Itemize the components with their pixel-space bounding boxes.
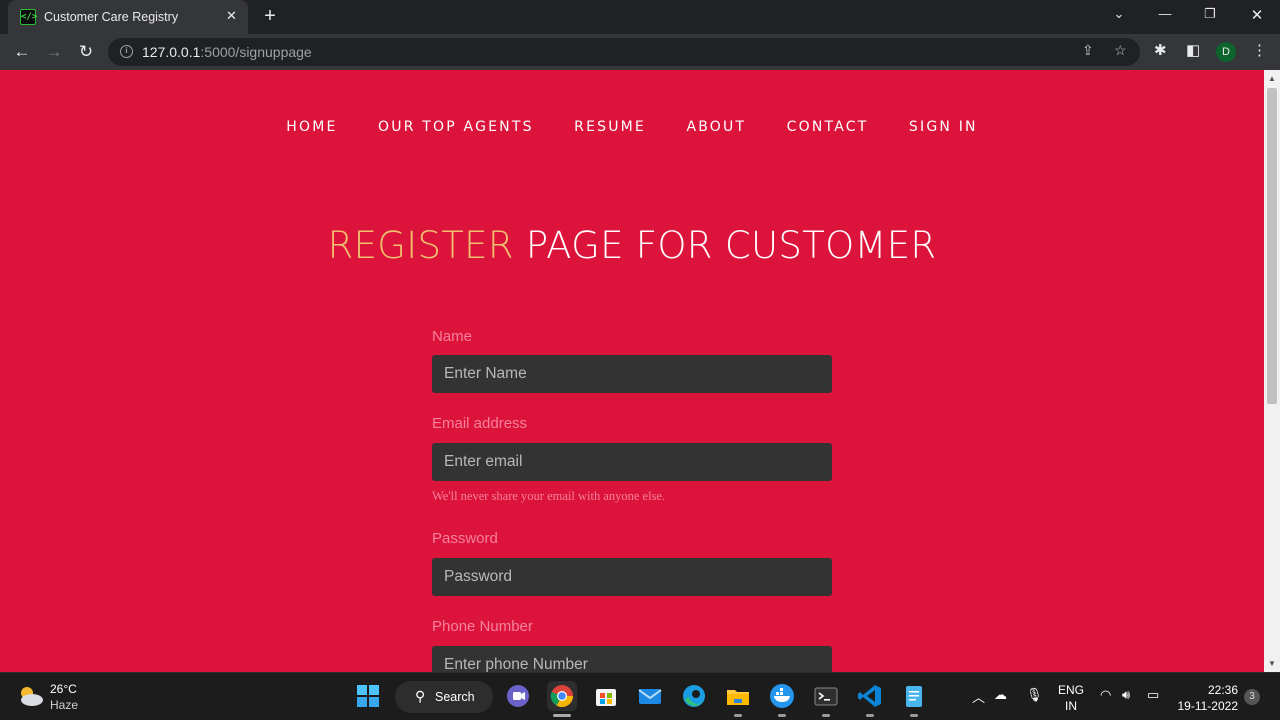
nav-sign-in[interactable]: SIGN IN: [909, 119, 978, 135]
clock[interactable]: 22:36 19-11-2022: [1176, 682, 1239, 714]
close-tab-icon[interactable]: ✕: [226, 8, 237, 24]
site-info-icon[interactable]: i: [120, 45, 133, 58]
taskbar: 26°C Haze ⚲ Search ︿ ☁ 🎙︎ ENG IN ◠ 🔊︎ ▭ …: [0, 672, 1280, 720]
nav-resume[interactable]: RESUME: [574, 119, 646, 135]
taskbar-search-label: Search: [435, 690, 475, 704]
url-text[interactable]: 127.0.0.1:5000/signuppage: [142, 44, 312, 60]
name-input[interactable]: [432, 355, 832, 393]
docker-icon[interactable]: [767, 681, 797, 711]
terminal-running-indicator: [822, 714, 830, 717]
password-input[interactable]: [432, 558, 832, 596]
profile-avatar[interactable]: D: [1216, 42, 1236, 62]
tray-overflow-chevron-icon[interactable]: ︿: [972, 687, 985, 706]
code-favicon-icon: </>: [20, 9, 37, 25]
onedrive-cloud-icon[interactable]: ☁: [994, 687, 1007, 703]
page-scrollbar[interactable]: ▲ ▼: [1264, 70, 1280, 672]
name-label: Name: [432, 328, 473, 345]
password-label: Password: [432, 530, 498, 547]
page-title: REGISTER PAGE FOR CUSTOMER: [0, 224, 1264, 267]
page-title-accent: REGISTER: [327, 224, 514, 267]
clock-date: 19-11-2022: [1177, 699, 1239, 713]
battery-icon[interactable]: ▭: [1147, 687, 1159, 703]
docker-running-indicator: [778, 714, 786, 717]
nav-top-agents[interactable]: OUR TOP AGENTS: [378, 119, 534, 135]
mail-icon[interactable]: [635, 681, 665, 711]
tab-title: Customer Care Registry: [44, 10, 179, 24]
vscode-icon[interactable]: [855, 681, 885, 711]
microsoft-store-icon[interactable]: [591, 681, 621, 711]
notepad-running-indicator: [910, 714, 918, 717]
weather-desc[interactable]: Haze: [50, 698, 78, 712]
email-input[interactable]: [432, 443, 832, 481]
tab-strip: </> Customer Care Registry ✕ + ⌄ — ❐ ✕: [0, 0, 1280, 34]
chrome-active-indicator: [553, 714, 571, 717]
register-form: Name Email address We'll never share you…: [432, 328, 832, 672]
nav-about[interactable]: ABOUT: [686, 119, 746, 135]
taskbar-search[interactable]: ⚲ Search: [395, 681, 493, 713]
volume-icon[interactable]: 🔊︎: [1122, 687, 1130, 703]
microphone-icon[interactable]: 🎙︎: [1026, 687, 1043, 703]
windows-start-icon[interactable]: [353, 681, 383, 711]
explorer-running-indicator: [734, 714, 742, 717]
site-nav: HOME OUR TOP AGENTS RESUME ABOUT CONTACT…: [0, 118, 1264, 136]
scroll-down-icon[interactable]: ▼: [1268, 659, 1276, 668]
language-indicator[interactable]: ENG IN: [1058, 682, 1084, 714]
lang-line1: ENG: [1058, 683, 1085, 697]
clock-time: 22:36: [1207, 683, 1238, 697]
address-bar[interactable]: i 127.0.0.1:5000/signuppage ⇪ ☆: [108, 38, 1140, 66]
menu-kebab-icon[interactable]: ⋮: [1252, 41, 1267, 59]
email-help-text: We'll never share your email with anyone…: [432, 489, 666, 503]
terminal-icon[interactable]: [811, 681, 841, 711]
search-icon: ⚲: [415, 688, 426, 704]
browser-tab[interactable]: </> Customer Care Registry ✕: [8, 0, 248, 34]
close-window-icon[interactable]: ✕: [1245, 6, 1269, 24]
notepad-icon[interactable]: [899, 681, 929, 711]
cloud-sun-icon[interactable]: [16, 683, 44, 707]
minimize-icon[interactable]: —: [1153, 6, 1177, 21]
vscode-running-indicator: [866, 714, 874, 717]
notification-badge[interactable]: 3: [1244, 689, 1260, 705]
nav-home[interactable]: HOME: [286, 119, 337, 135]
wifi-icon[interactable]: ◠: [1100, 687, 1111, 703]
side-panel-icon[interactable]: ◧: [1186, 41, 1200, 59]
tab-search-icon[interactable]: ⌄: [1107, 6, 1131, 22]
edge-icon[interactable]: [679, 681, 709, 711]
restore-icon[interactable]: ❐: [1198, 6, 1222, 22]
page-title-rest: PAGE FOR CUSTOMER: [525, 224, 937, 267]
nav-contact[interactable]: CONTACT: [787, 119, 869, 135]
email-label: Email address: [432, 415, 528, 432]
lang-line2: IN: [1065, 699, 1077, 713]
reload-icon[interactable]: ↻: [74, 40, 98, 64]
file-explorer-icon[interactable]: [723, 681, 753, 711]
phone-label: Phone Number: [432, 618, 533, 635]
page-viewport: HOME OUR TOP AGENTS RESUME ABOUT CONTACT…: [0, 70, 1264, 672]
back-icon[interactable]: ←: [10, 40, 34, 64]
weather-temp[interactable]: 26°C: [50, 682, 77, 696]
browser-toolbar: ← → ↻ i 127.0.0.1:5000/signuppage ⇪ ☆ ✱ …: [0, 34, 1280, 70]
extensions-puzzle-icon[interactable]: ✱: [1154, 41, 1167, 59]
forward-icon[interactable]: →: [42, 40, 66, 64]
new-tab-icon[interactable]: +: [258, 4, 282, 28]
bookmark-star-icon[interactable]: ☆: [1114, 42, 1127, 59]
scroll-up-icon[interactable]: ▲: [1268, 74, 1276, 83]
phone-input[interactable]: [432, 646, 832, 672]
chrome-icon[interactable]: [547, 681, 577, 711]
scroll-thumb[interactable]: [1267, 88, 1277, 404]
share-icon[interactable]: ⇪: [1082, 42, 1094, 59]
teams-chat-icon[interactable]: [503, 681, 533, 711]
